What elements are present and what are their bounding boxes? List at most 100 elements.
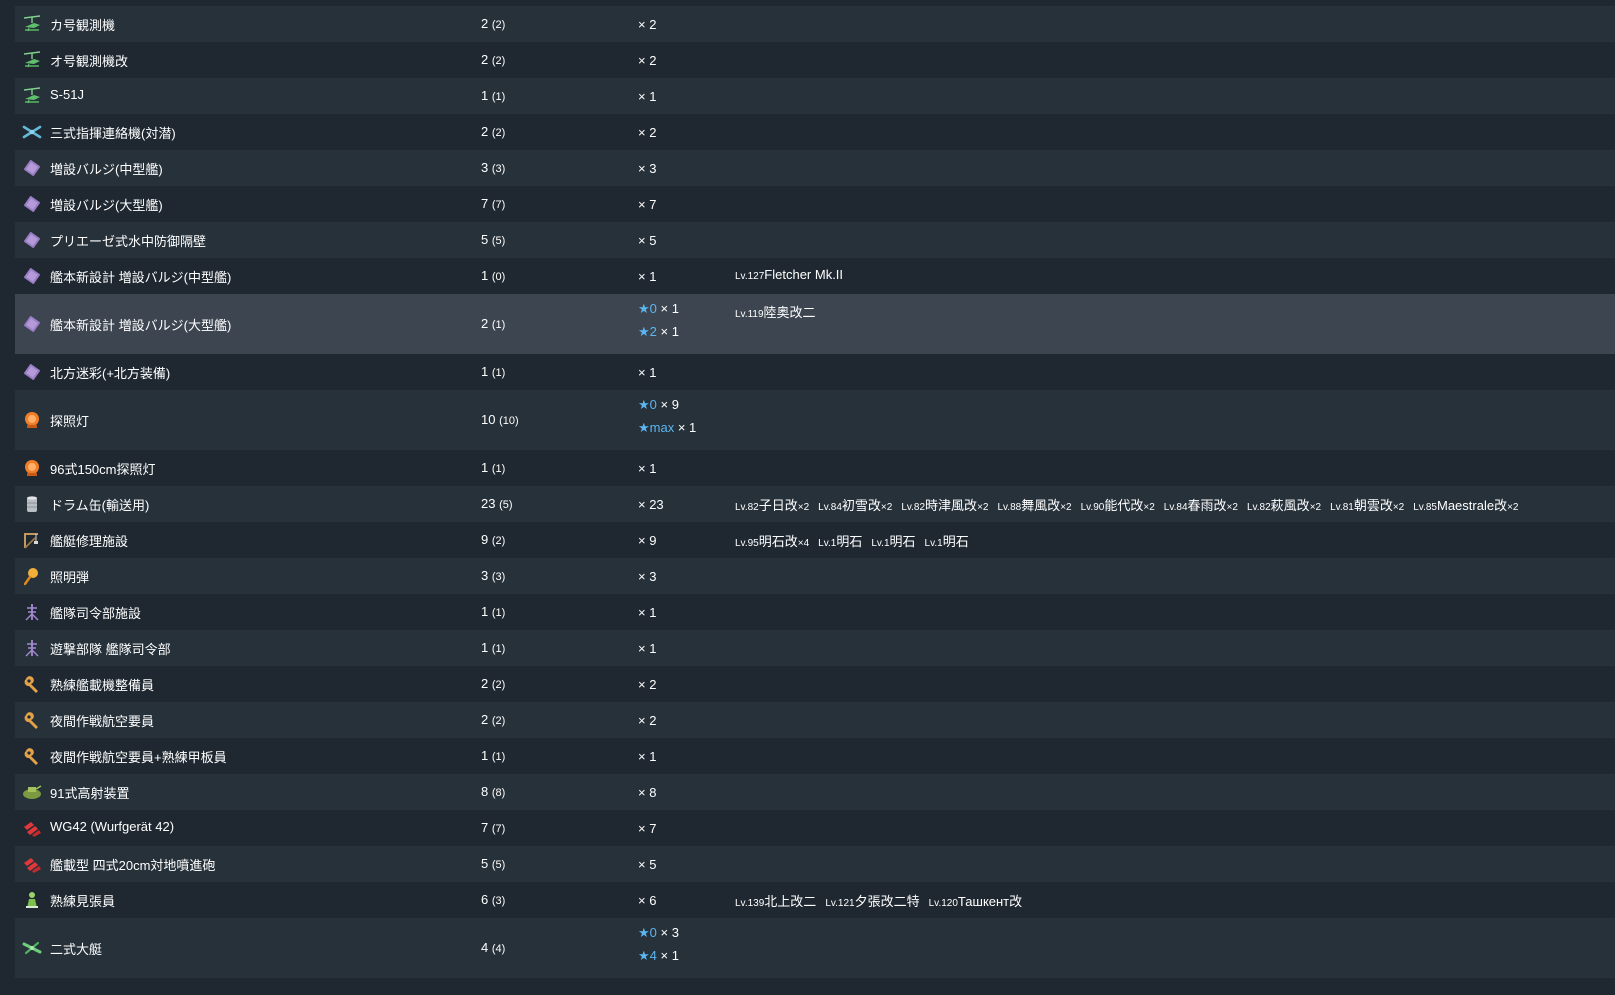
- count-unequipped: (0): [491, 271, 506, 283]
- ship-level: Lv.1: [924, 538, 943, 549]
- count-total: 2: [481, 16, 492, 31]
- ship-equip-count: ×2: [1507, 502, 1519, 513]
- count-unequipped: (2): [491, 715, 506, 727]
- equipment-count: 8 (8): [481, 784, 505, 799]
- equipment-row[interactable]: 三式指揮連絡機(対潜) 2 (2) × 2: [15, 114, 1615, 150]
- equipment-row[interactable]: 艦載型 四式20cm対地噴進砲 5 (5) × 5: [15, 846, 1615, 882]
- ship-level: Lv.90: [1080, 502, 1105, 513]
- equipment-row[interactable]: 遊撃部隊 艦隊司令部 1 (1) × 1: [15, 630, 1615, 666]
- ship-name: Ташкент改: [957, 894, 1023, 909]
- improvement-list: × 2: [638, 13, 656, 36]
- equipment-row[interactable]: 艦艇修理施設 9 (2) × 9 Lv.95明石改×4 Lv.1明石 Lv.1明石 Lv.1…: [15, 522, 1615, 558]
- ship-entry[interactable]: Lv.81朝雲改×2: [1330, 498, 1404, 513]
- equipment-name: 艦隊司令部施設: [50, 606, 142, 621]
- ship-level: Lv.121: [825, 898, 855, 909]
- ship-entry[interactable]: Lv.82萩風改×2: [1247, 498, 1321, 513]
- improvement-line: × 1: [638, 601, 656, 624]
- improvement-mult: × 2: [638, 124, 657, 140]
- count-total: 2: [481, 52, 492, 67]
- equipment-count: 5 (5): [481, 856, 505, 871]
- equipment-row[interactable]: カ号観測機 2 (2) × 2: [15, 6, 1615, 42]
- ship-name: 春雨改: [1187, 498, 1227, 513]
- count-total: 6: [481, 892, 492, 907]
- ship-entry[interactable]: Lv.139北上改二: [735, 894, 816, 909]
- liaison-plane-icon: [22, 125, 42, 139]
- equipment-row[interactable]: 夜間作戦航空要員+熟練甲板員 1 (1) × 1: [15, 738, 1615, 774]
- ship-entry[interactable]: Lv.1明石: [871, 534, 915, 549]
- ship-name: 明石: [836, 534, 863, 549]
- improvement-mult: × 1: [656, 324, 679, 339]
- ship-entry[interactable]: Lv.120Ташкент改: [929, 894, 1023, 909]
- ship-entry[interactable]: Lv.119陸奥改二: [735, 305, 816, 320]
- ship-name: Maestrale改: [1436, 498, 1508, 513]
- improvement-star: ★max: [638, 420, 675, 435]
- equipment-row[interactable]: 照明弾 3 (3) × 3: [15, 558, 1615, 594]
- improvement-line: × 1: [638, 361, 656, 384]
- ship-name: 夕張改二特: [854, 894, 920, 909]
- equipment-row[interactable]: 艦本新設計 増設バルジ(中型艦) 1 (0) × 1 Lv.127Fletcher M…: [15, 258, 1615, 294]
- improvement-mult: × 1: [638, 748, 657, 764]
- equipment-row[interactable]: 二式大艇 4 (4) ★0 × 3 ★4 × 1: [15, 918, 1615, 978]
- equipment-row[interactable]: プリエーゼ式水中防御隔壁 5 (5) × 5: [15, 222, 1615, 258]
- equipment-name: 増設バルジ(大型艦): [50, 198, 163, 213]
- ship-name: 明石: [889, 534, 916, 549]
- ship-equip-count: ×2: [1143, 502, 1155, 513]
- equipment-name: オ号観測機改: [50, 54, 129, 69]
- ship-entry[interactable]: Lv.85Maestrale改×2: [1413, 498, 1518, 513]
- equipment-row[interactable]: 艦隊司令部施設 1 (1) × 1: [15, 594, 1615, 630]
- equipment-row[interactable]: 艦本新設計 増設バルジ(大型艦) 2 (1) ★0 × 1 ★2 × 1 Lv.119陸…: [15, 294, 1615, 354]
- improvement-star: ★0: [638, 925, 657, 940]
- equipment-row[interactable]: 91式高射装置 8 (8) × 8: [15, 774, 1615, 810]
- equipment-row[interactable]: 96式150cm探照灯 1 (1) × 1: [15, 450, 1615, 486]
- ship-entry[interactable]: Lv.95明石改×4: [735, 534, 809, 549]
- ship-entry[interactable]: Lv.82時津風改×2: [901, 498, 988, 513]
- improvement-mult: × 1: [638, 364, 657, 380]
- flying-boat-icon: [22, 941, 42, 955]
- ship-equip-count: ×2: [1226, 502, 1238, 513]
- equipment-name: 夜間作戦航空要員+熟練甲板員: [50, 750, 227, 765]
- equipment-row[interactable]: 北方迷彩(+北方装備) 1 (1) × 1: [15, 354, 1615, 390]
- ship-equip-count: ×2: [1392, 502, 1405, 513]
- equipment-row[interactable]: オ号観測機改 2 (2) × 2: [15, 42, 1615, 78]
- equipment-name: 探照灯: [50, 414, 90, 429]
- improvement-list: × 8: [638, 781, 656, 804]
- improvement-mult: × 8: [638, 784, 657, 800]
- ship-entry[interactable]: Lv.84春雨改×2: [1164, 498, 1238, 513]
- count-total: 4: [481, 940, 492, 955]
- ship-entry[interactable]: Lv.88舞風改×2: [997, 498, 1071, 513]
- equipment-row[interactable]: 増設バルジ(大型艦) 7 (7) × 7: [15, 186, 1615, 222]
- equipment-row[interactable]: 増設バルジ(中型艦) 3 (3) × 3: [15, 150, 1615, 186]
- equipment-row[interactable]: 熟練艦載機整備員 2 (2) × 2: [15, 666, 1615, 702]
- equipment-row[interactable]: WG42 (Wurfgerät 42) 7 (7) × 7: [15, 810, 1615, 846]
- ship-entry[interactable]: Lv.84初雪改×2: [818, 498, 892, 513]
- ship-entry[interactable]: Lv.90能代改×2: [1081, 498, 1155, 513]
- ship-entry[interactable]: Lv.1明石: [925, 534, 969, 549]
- ship-name: 北上改二: [764, 894, 817, 909]
- equipment-row[interactable]: 熟練見張員 6 (3) × 6 Lv.139北上改二 Lv.121夕張改二特 Lv.120…: [15, 882, 1615, 918]
- improvement-line: × 2: [638, 49, 656, 72]
- count-unequipped: (7): [491, 199, 506, 211]
- equipment-count: 2 (2): [481, 16, 505, 31]
- count-unequipped: (1): [491, 643, 506, 655]
- ship-entry[interactable]: Lv.127Fletcher Mk.II: [735, 267, 843, 282]
- ship-equip-count: ×2: [880, 502, 893, 513]
- ship-level: Lv.139: [735, 898, 765, 909]
- equipment-count: 1 (1): [481, 88, 505, 103]
- bulge-icon: [23, 315, 41, 333]
- star-shell-icon: [23, 566, 40, 586]
- ship-name: 時津風改: [925, 498, 978, 513]
- equipment-count: 23 (5): [481, 496, 513, 511]
- improvement-star: ★2: [638, 324, 657, 339]
- ship-entry[interactable]: Lv.82子日改×2: [735, 498, 809, 513]
- equipment-row[interactable]: 探照灯 10 (10) ★0 × 9 ★max × 1: [15, 390, 1615, 450]
- ship-entry[interactable]: Lv.121夕張改二特: [825, 894, 919, 909]
- equipment-row[interactable]: ドラム缶(輸送用) 23 (5) × 23 Lv.82子日改×2 Lv.84初雪改×2 L…: [15, 486, 1615, 522]
- equipment-count: 10 (10): [481, 412, 519, 427]
- ship-name: 子日改: [758, 498, 798, 513]
- improvement-list: × 7: [638, 193, 656, 216]
- improvement-list: ★0 × 1 ★2 × 1: [638, 297, 679, 343]
- equipment-row[interactable]: 夜間作戦航空要員 2 (2) × 2: [15, 702, 1615, 738]
- ship-entry[interactable]: Lv.1明石: [818, 534, 862, 549]
- ship-level: Lv.84: [1163, 502, 1188, 513]
- equipment-row[interactable]: S-51J 1 (1) × 1: [15, 78, 1615, 114]
